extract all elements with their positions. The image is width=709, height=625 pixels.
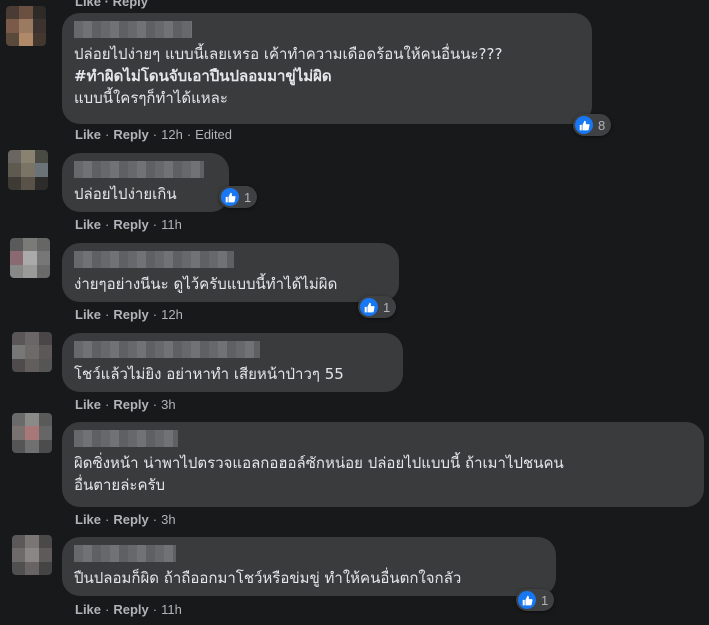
comment-actions: Like · Reply · 3h <box>75 512 176 527</box>
comment-bubble: ปล่อยไปง่ายๆ แบบนี้เลยเหรอ เค้าทำความเดื… <box>62 13 592 124</box>
reply-action[interactable]: Reply <box>113 397 148 412</box>
like-action[interactable]: Like <box>75 0 101 9</box>
comment-actions: Like · Reply · 3h <box>75 397 176 412</box>
comment-line: โชว์แล้วไม่ยิง อย่าหาทำ เสียหน้าป่าวๆ 55 <box>74 365 344 383</box>
author-name-redacted[interactable] <box>74 430 178 447</box>
reaction-count[interactable]: 1 <box>516 589 555 611</box>
comment-bubble: ปืนปลอมก็ผิด ถ้าถืออกมาโชว์หรือข่มขู่ ทำ… <box>62 537 556 596</box>
avatar[interactable] <box>10 238 50 278</box>
author-name-redacted[interactable] <box>74 341 260 358</box>
comment-actions: Like · Reply · 12h · Edited <box>75 127 233 142</box>
avatar[interactable] <box>12 413 52 453</box>
comment-bubble: ปล่อยไปง่ายเกิน <box>62 153 229 212</box>
reply-action[interactable]: Reply <box>113 127 148 142</box>
top-partial-actions: Like · Reply <box>75 0 148 9</box>
comment-actions: Like · Reply · 12h <box>75 307 183 322</box>
like-action[interactable]: Like <box>75 217 101 232</box>
author-name-redacted[interactable] <box>74 545 176 562</box>
reaction-count[interactable]: 8 <box>573 114 612 136</box>
avatar[interactable] <box>12 535 52 575</box>
comment-bubble: ง่ายๆอย่างนีนะ ดูไว้ครับแบบนี้ทำได้ไม่ผิ… <box>62 243 399 302</box>
reply-action[interactable]: Reply <box>113 217 148 232</box>
timestamp[interactable]: 3h <box>161 397 175 412</box>
comment-line: ง่ายๆอย่างนีนะ ดูไว้ครับแบบนี้ทำได้ไม่ผิ… <box>74 275 338 293</box>
edited-label: Edited <box>195 127 233 142</box>
author-name-redacted[interactable] <box>74 161 204 178</box>
author-name-redacted[interactable] <box>74 251 234 268</box>
reply-action[interactable]: Reply <box>113 602 148 617</box>
thumbs-up-icon <box>221 188 239 206</box>
comment-thread: Like · Reply ปล่อยไปง่ายๆ แบบนี้เลยเหรอ … <box>0 0 709 625</box>
avatar[interactable] <box>6 6 46 46</box>
reply-action[interactable]: Reply <box>113 307 148 322</box>
separator: · <box>104 0 109 9</box>
reaction-count[interactable]: 1 <box>358 296 397 318</box>
avatar[interactable] <box>8 150 48 190</box>
reaction-number: 8 <box>598 117 606 133</box>
comment-line: ผิดซิ่งหน้า น่าพาไปตรวจแอลกอฮอล์ซักหน่อย… <box>74 454 564 472</box>
reaction-number: 1 <box>541 592 549 608</box>
timestamp[interactable]: 3h <box>161 512 175 527</box>
timestamp[interactable]: 12h <box>161 307 183 322</box>
comment-actions: Like · Reply · 11h <box>75 602 182 617</box>
like-action[interactable]: Like <box>75 602 101 617</box>
comment-line: #ทำผิดไม่โดนจับเอาปืนปลอมมาขู่ไม่ผิด <box>74 67 332 85</box>
thumbs-up-icon <box>575 116 593 134</box>
timestamp[interactable]: 11h <box>161 217 182 232</box>
reaction-number: 1 <box>244 189 252 205</box>
timestamp[interactable]: 11h <box>161 602 182 617</box>
reply-action[interactable]: Reply <box>113 512 148 527</box>
reaction-number: 1 <box>383 299 391 315</box>
like-action[interactable]: Like <box>75 512 101 527</box>
reply-action[interactable]: Reply <box>113 0 148 9</box>
timestamp[interactable]: 12h <box>161 127 183 142</box>
comment-actions: Like · Reply · 11h <box>75 217 182 232</box>
like-action[interactable]: Like <box>75 307 101 322</box>
comment-bubble: ผิดซิ่งหน้า น่าพาไปตรวจแอลกอฮอล์ซักหน่อย… <box>62 422 704 507</box>
comment-line: ปืนปลอมก็ผิด ถ้าถืออกมาโชว์หรือข่มขู่ ทำ… <box>74 569 462 587</box>
thumbs-up-icon <box>360 298 378 316</box>
avatar[interactable] <box>12 332 52 372</box>
comment-line: ปล่อยไปง่ายเกิน <box>74 185 177 203</box>
comment-line: ปล่อยไปง่ายๆ แบบนี้เลยเหรอ เค้าทำความเดื… <box>74 45 503 63</box>
author-name-redacted[interactable] <box>74 21 192 38</box>
comment-line: อื่นตายล่ะครับ <box>74 476 166 494</box>
like-action[interactable]: Like <box>75 397 101 412</box>
like-action[interactable]: Like <box>75 127 101 142</box>
comment-bubble: โชว์แล้วไม่ยิง อย่าหาทำ เสียหน้าป่าวๆ 55 <box>62 333 403 392</box>
reaction-count[interactable]: 1 <box>219 186 258 208</box>
comment-line: แบบนี้ใครๆก็ทำได้แหละ <box>74 89 228 107</box>
thumbs-up-icon <box>518 591 536 609</box>
